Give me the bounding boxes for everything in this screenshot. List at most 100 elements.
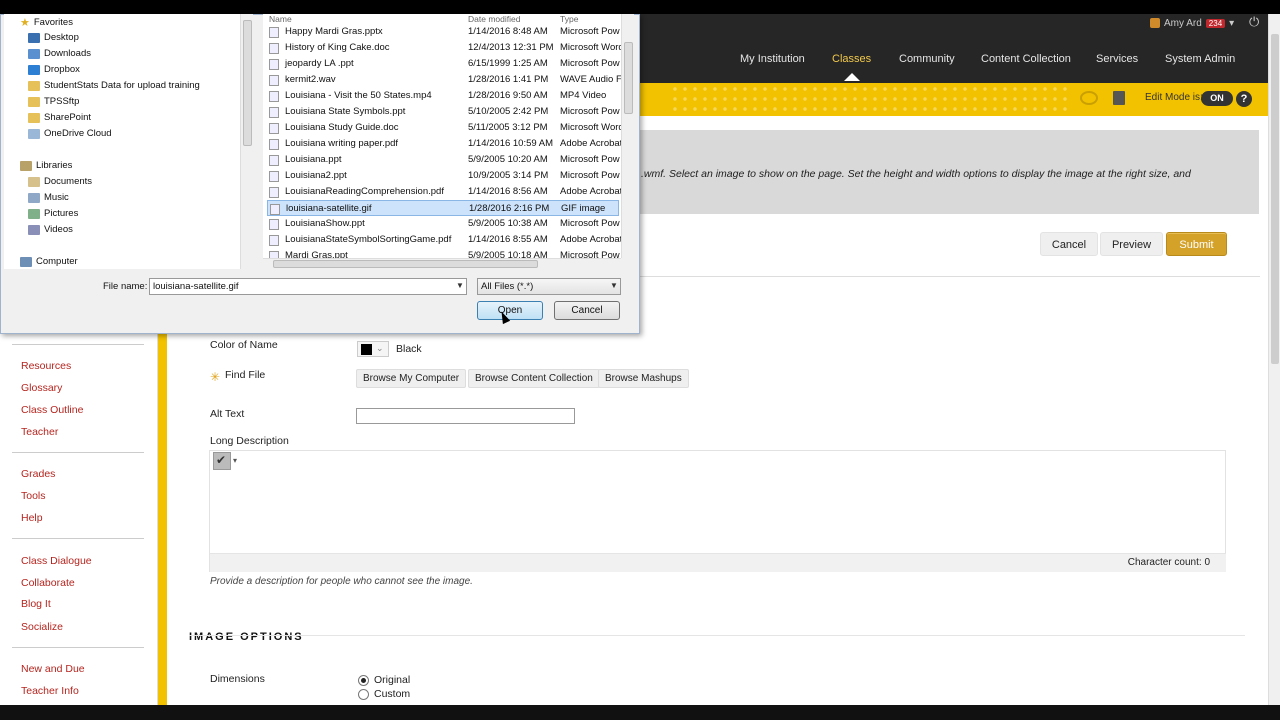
menu-item-new-and-due[interactable]: New and Due [21, 663, 85, 675]
dialog-cancel-button[interactable]: Cancel [554, 301, 620, 320]
file-row[interactable]: Mardi Gras.ppt 5/9/2005 10:18 AM Microsoft… [267, 248, 620, 258]
nav-dropbox[interactable]: Dropbox [28, 64, 80, 75]
submit-button[interactable]: Submit [1166, 232, 1227, 256]
nav-pictures[interactable]: Pictures [28, 208, 78, 219]
file-row[interactable]: jeopardy LA .ppt 6/15/1999 1:25 AM Microso… [267, 56, 620, 72]
nav-computer[interactable]: Computer [20, 256, 78, 267]
edit-mode-toggle[interactable]: ON [1201, 91, 1233, 106]
file-icon [269, 91, 279, 102]
scrollbar-thumb[interactable] [1271, 34, 1279, 364]
column-date-header[interactable]: Date modified [468, 14, 520, 24]
alt-text-input[interactable] [356, 408, 575, 424]
documents-icon [28, 176, 40, 187]
cancel-button[interactable]: Cancel [1040, 232, 1098, 256]
color-picker[interactable]: ⌄ [357, 341, 389, 357]
scrollbar-thumb[interactable] [624, 42, 633, 114]
divider [189, 635, 1245, 636]
menu-item-collaborate[interactable]: Collaborate [21, 577, 75, 589]
nav-documents[interactable]: Documents [28, 176, 92, 187]
menu-item-resources[interactable]: Resources [21, 360, 71, 372]
file-row[interactable]: LouisianaStateSymbolSortingGame.pdf 1/14/… [267, 232, 621, 248]
file-icon [269, 107, 279, 118]
nav-music[interactable]: Music [28, 192, 69, 203]
navigation-pane-scrollbar[interactable] [240, 14, 253, 269]
file-icon [269, 139, 279, 150]
column-type-header[interactable]: Type [560, 14, 578, 24]
nav-system-admin[interactable]: System Admin [1165, 53, 1235, 65]
radio-custom[interactable] [358, 689, 369, 700]
file-type-select[interactable]: All Files (*.*) [477, 278, 621, 295]
menu-item-help[interactable]: Help [21, 512, 43, 524]
menu-item-socialize[interactable]: Socialize [21, 621, 63, 633]
nav-studentstats[interactable]: StudentStats Data for upload training [28, 80, 200, 91]
file-row[interactable]: Louisiana Study Guide.doc 5/11/2005 3:12 … [267, 120, 621, 136]
nav-libraries[interactable]: Libraries [20, 160, 72, 171]
menu-item-teacher-info[interactable]: Teacher Info [21, 685, 79, 697]
nav-my-institution[interactable]: My Institution [740, 53, 805, 65]
menu-item-tools[interactable]: Tools [21, 490, 46, 502]
file-row[interactable]: Louisiana State Symbols.ppt 5/10/2005 2:4… [267, 104, 620, 120]
file-list: Name Date modified Type Happy Mardi Gras… [263, 14, 621, 258]
file-row[interactable]: Louisiana writing paper.pdf 1/14/2016 10:… [267, 136, 621, 152]
file-row[interactable]: LouisianaShow.ppt 5/9/2005 10:38 AM Micros… [267, 216, 620, 232]
menu-item-glossary[interactable]: Glossary [21, 382, 62, 394]
file-row[interactable]: Louisiana - Visit the 50 States.mp4 1/28/… [267, 88, 619, 104]
file-row[interactable]: Happy Mardi Gras.pptx 1/14/2016 8:48 AM Mi… [267, 24, 620, 40]
nav-community[interactable]: Community [899, 53, 955, 65]
file-row[interactable]: History of King Cake.doc 12/4/2013 12:31 … [267, 40, 621, 56]
image-options-title: IMAGE OPTIONS [189, 631, 304, 643]
nav-favorites[interactable]: ★ Favorites [20, 16, 73, 29]
nav-classes[interactable]: Classes [832, 53, 871, 65]
dropbox-icon [28, 64, 40, 75]
user-avatar-icon [1150, 18, 1160, 28]
long-description-help: Provide a description for people who can… [210, 576, 473, 587]
page-scrollbar[interactable] [1268, 14, 1280, 720]
file-list-scrollbar[interactable] [621, 14, 634, 258]
nav-services[interactable]: Services [1096, 53, 1138, 65]
nav-content-collection[interactable]: Content Collection [981, 53, 1071, 65]
column-name-header[interactable]: Name [269, 14, 292, 24]
character-count: Character count: 0 [1127, 557, 1210, 568]
browse-mashups-button[interactable]: Browse Mashups [598, 369, 689, 388]
menu-divider [12, 344, 144, 345]
scrollbar-thumb[interactable] [273, 260, 538, 268]
spellcheck-tool[interactable]: ✔ ▾ [213, 452, 239, 470]
chevron-down-icon[interactable]: ▼ [456, 281, 464, 290]
file-row[interactable]: LouisianaReadingComprehension.pdf 1/14/20… [267, 184, 621, 200]
file-list-horizontal-scrollbar[interactable] [263, 258, 621, 269]
nav-tpssftp[interactable]: TPSSftp [28, 96, 79, 107]
nav-onedrive[interactable]: OneDrive Cloud [28, 128, 112, 139]
book-icon[interactable] [1113, 91, 1125, 105]
star-icon: ★ [20, 17, 30, 29]
nav-videos[interactable]: Videos [28, 224, 73, 235]
radio-original[interactable] [358, 675, 369, 686]
chevron-down-icon[interactable]: ▼ [610, 281, 618, 290]
file-name-label: File name: [103, 281, 148, 292]
menu-item-teacher[interactable]: Teacher [21, 426, 58, 438]
nav-sharepoint[interactable]: SharePoint [28, 112, 91, 123]
open-button[interactable]: Open [477, 301, 543, 320]
file-icon [269, 155, 279, 166]
nav-downloads[interactable]: Downloads [28, 48, 91, 59]
menu-item-class-dialogue[interactable]: Class Dialogue [21, 555, 92, 567]
browse-content-collection-button[interactable]: Browse Content Collection [468, 369, 600, 388]
chevron-down-icon: ⌄ [376, 343, 384, 353]
file-row-selected[interactable]: louisiana-satellite.gif 1/28/2016 2:16 PM… [267, 200, 619, 216]
file-icon [269, 59, 279, 70]
file-name-input[interactable]: louisiana-satellite.gif [149, 278, 467, 295]
power-icon[interactable]: ⏻ [1249, 14, 1259, 30]
user-menu[interactable]: Amy Ard 234 ▾ [1150, 14, 1234, 32]
file-row[interactable]: Louisiana.ppt 5/9/2005 10:20 AM Microsoft … [267, 152, 620, 168]
file-icon [269, 43, 279, 54]
file-row[interactable]: kermit2.wav 1/28/2016 1:41 PM WAVE Audio F… [267, 72, 621, 88]
menu-item-class-outline[interactable]: Class Outline [21, 404, 83, 416]
help-icon[interactable]: ? [1236, 91, 1252, 107]
nav-desktop[interactable]: Desktop [28, 32, 79, 43]
eye-icon[interactable] [1080, 91, 1098, 105]
menu-item-grades[interactable]: Grades [21, 468, 55, 480]
menu-item-blog-it[interactable]: Blog It [21, 598, 51, 610]
preview-button[interactable]: Preview [1100, 232, 1163, 256]
file-row[interactable]: Louisiana2.ppt 10/9/2005 3:14 PM Microsoft… [267, 168, 620, 184]
scrollbar-thumb[interactable] [243, 20, 252, 146]
browse-my-computer-button[interactable]: Browse My Computer [356, 369, 467, 388]
